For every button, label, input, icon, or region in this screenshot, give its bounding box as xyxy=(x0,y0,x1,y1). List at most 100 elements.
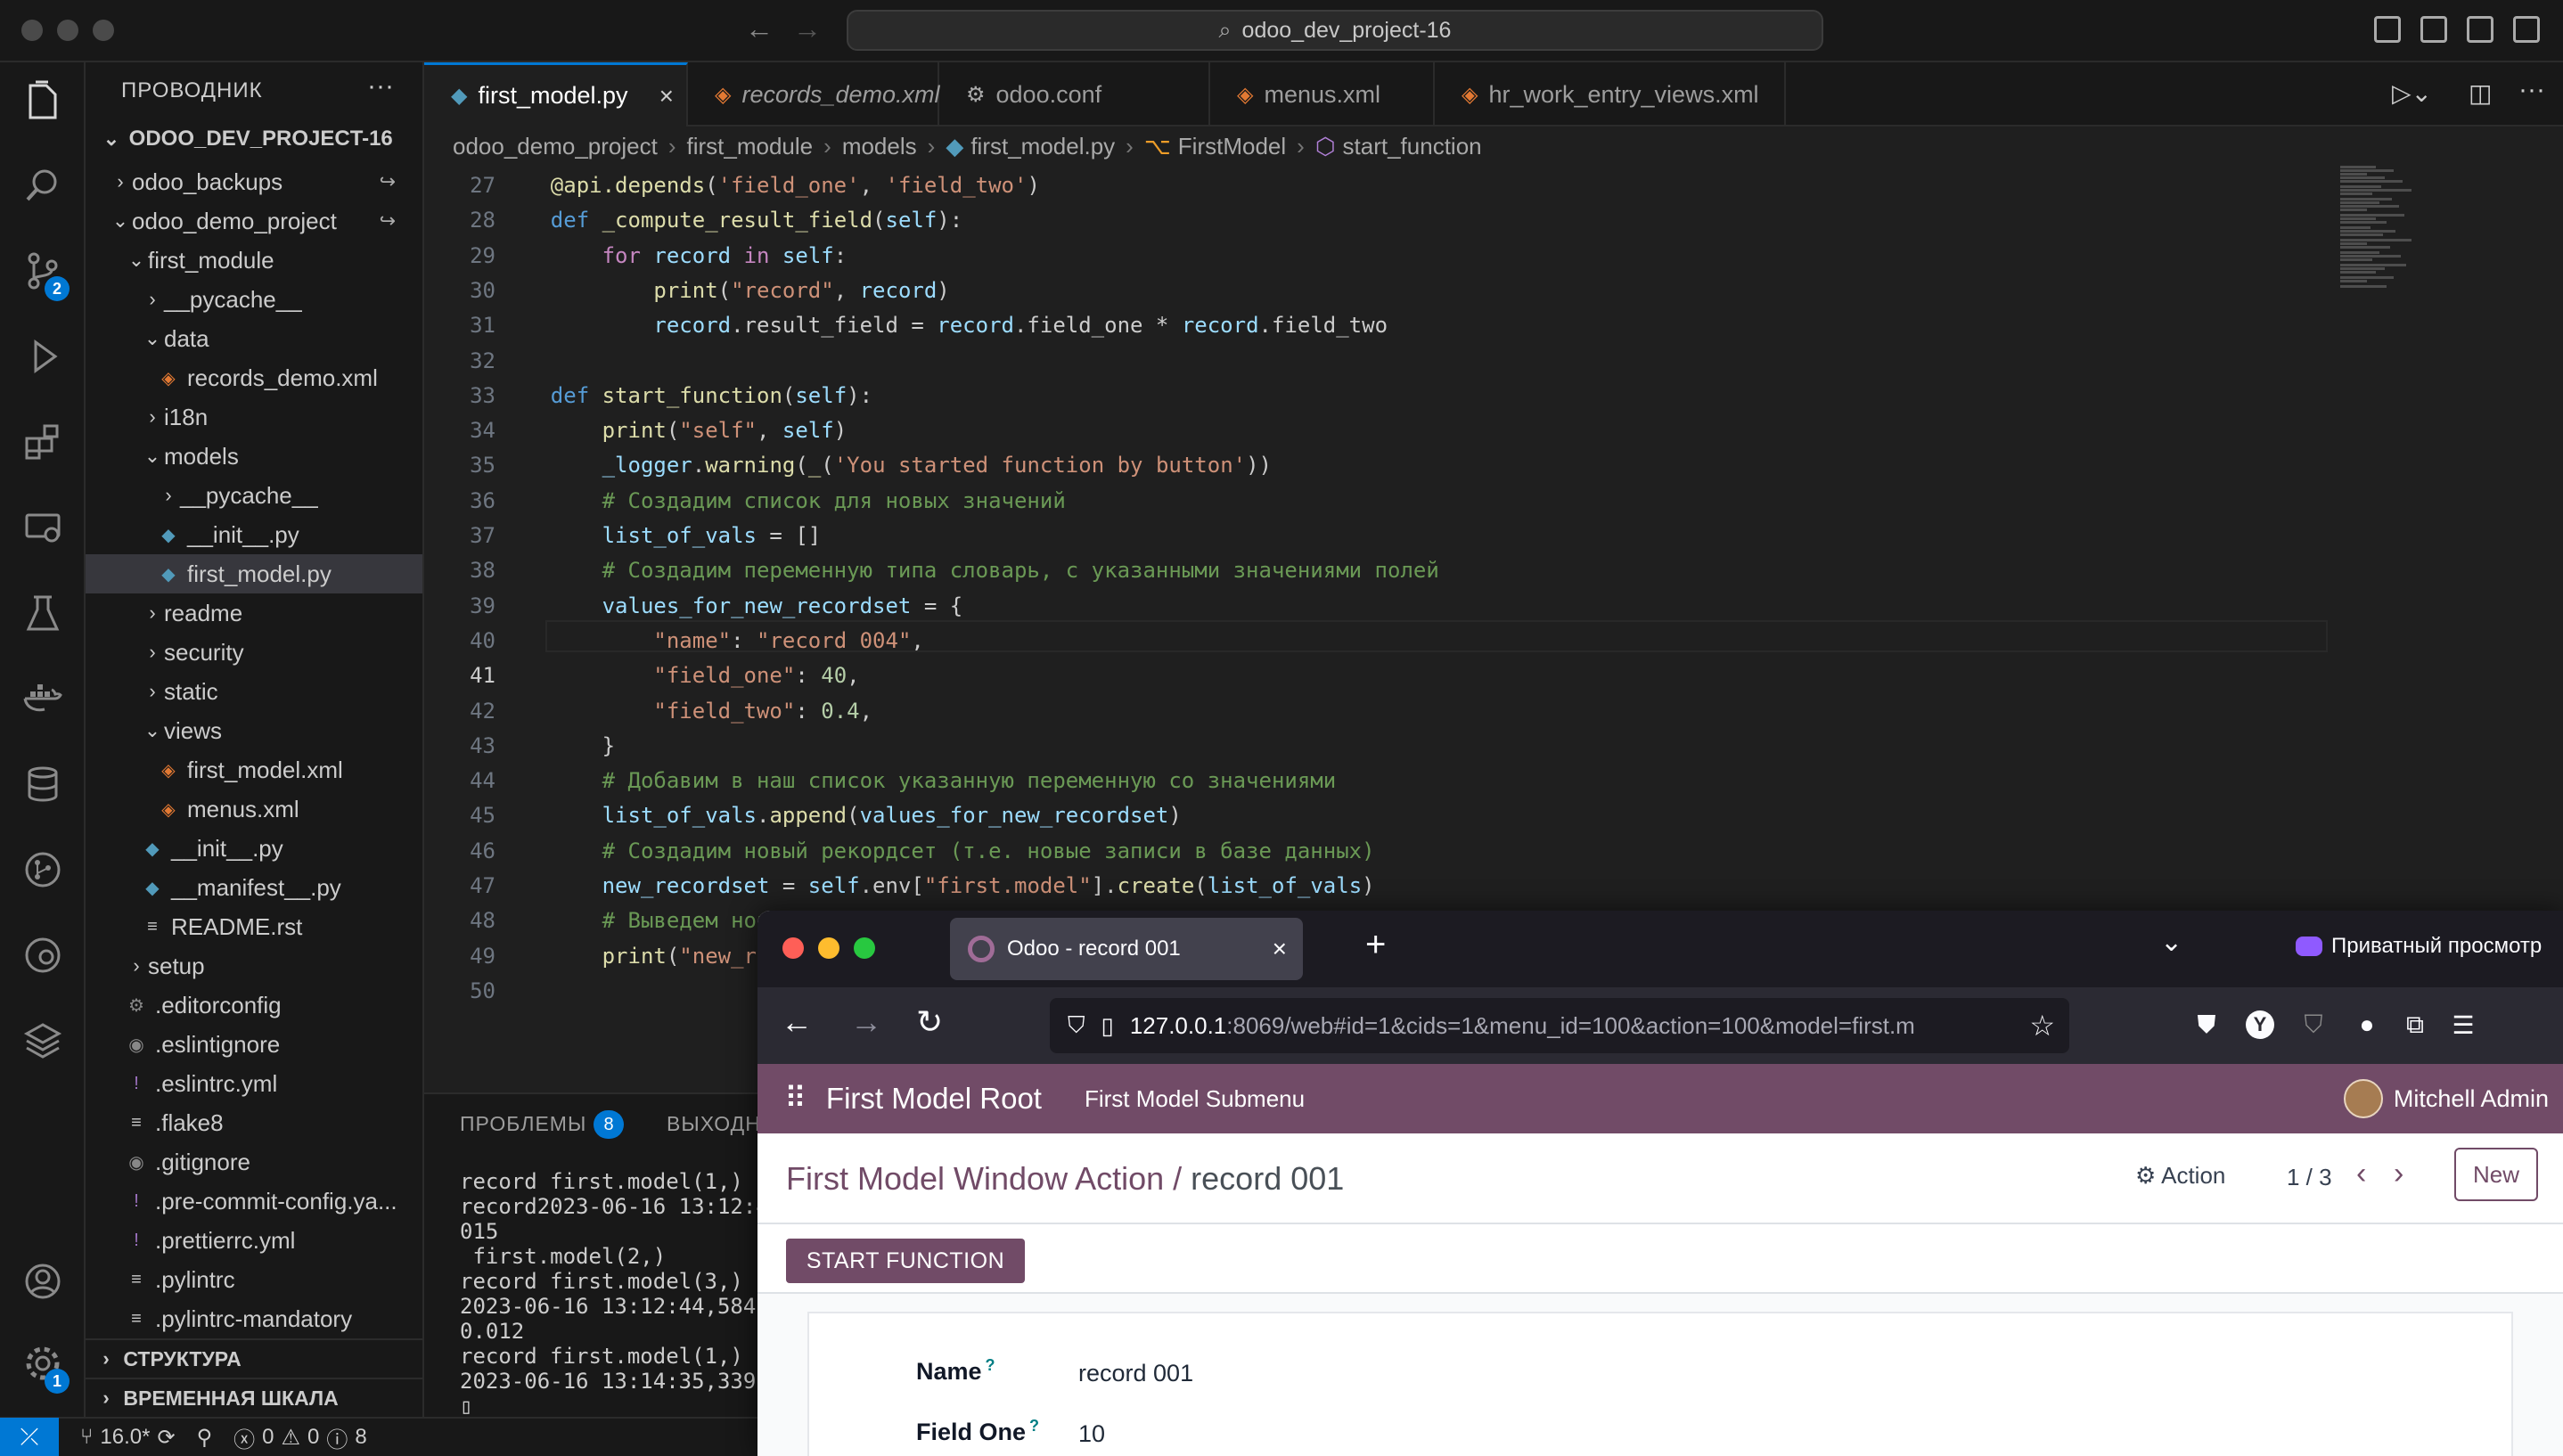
close-window-button[interactable] xyxy=(21,20,43,41)
split-editor-icon[interactable]: ◫ xyxy=(2469,78,2492,108)
breadcrumb-item[interactable]: start_function xyxy=(1343,133,1482,160)
extension-puzzle-alt-icon[interactable]: ● xyxy=(2349,1007,2385,1043)
code-line[interactable]: @api.depends('field_one', 'field_two') xyxy=(499,173,1040,198)
remote-explorer-icon[interactable] xyxy=(21,506,64,549)
tree-item[interactable]: ⚙ .editorconfig xyxy=(86,986,422,1025)
tree-item[interactable]: › security xyxy=(86,633,422,672)
timeline-section[interactable]: › ВРЕМЕННАЯ ШКАЛА xyxy=(86,1378,422,1417)
tree-item[interactable]: ≡ .flake8 xyxy=(86,1103,422,1142)
outline-section[interactable]: › СТРУКТУРА xyxy=(86,1338,422,1378)
tab-first-model-py[interactable]: ◆ first_model.py × xyxy=(424,62,688,127)
toggle-secondary-sidebar-icon[interactable] xyxy=(2467,16,2493,43)
workspace-root[interactable]: ⌄ ODOO_DEV_PROJECT-16 xyxy=(100,127,393,151)
more-actions-icon[interactable]: ··· xyxy=(2518,75,2545,105)
docker-icon[interactable] xyxy=(21,677,64,720)
help-tooltip-icon[interactable]: ? xyxy=(1029,1417,1039,1435)
browser-tab[interactable]: Odoo - record 001 × xyxy=(950,918,1303,980)
tab-output[interactable]: ВЫХОДН xyxy=(667,1112,761,1136)
code-line[interactable]: print("self", self) xyxy=(499,418,848,443)
code-line[interactable]: list_of_vals.append(values_for_new_recor… xyxy=(499,803,1182,828)
code-line[interactable]: def _compute_result_field(self): xyxy=(499,208,962,233)
tree-item[interactable]: ◉ .gitignore xyxy=(86,1142,422,1182)
tree-item[interactable]: ◆ __init__.py xyxy=(86,829,422,868)
action-menu-button[interactable]: ⚙ Action xyxy=(2135,1162,2225,1190)
tree-item[interactable]: ◈ first_model.xml xyxy=(86,750,422,789)
code-line[interactable]: new_recordset = self.env["first.model"].… xyxy=(499,873,1375,898)
minimize-window-button[interactable] xyxy=(57,20,78,41)
browser-maximize-button[interactable] xyxy=(854,937,875,959)
tree-item[interactable]: › readme xyxy=(86,593,422,633)
breadcrumb-item[interactable]: first_model.py xyxy=(970,133,1115,160)
reload-icon[interactable]: ↻ xyxy=(916,1003,943,1041)
toggle-panel-icon[interactable] xyxy=(2420,16,2447,43)
remote-indicator-icon[interactable]: ⤫ xyxy=(0,1418,59,1456)
tree-item[interactable]: ◈ menus.xml xyxy=(86,789,422,829)
database-icon[interactable] xyxy=(21,763,64,806)
apps-grid-icon[interactable]: ⠿ xyxy=(784,1081,807,1117)
layers-icon[interactable] xyxy=(21,1019,64,1062)
tab-odoo-conf[interactable]: ⚙ odoo.conf xyxy=(939,62,1210,127)
forward-arrow-icon[interactable]: → xyxy=(793,12,822,45)
search-icon[interactable] xyxy=(21,164,64,207)
breadcrumb-item[interactable]: models xyxy=(842,133,917,160)
tab-problems[interactable]: ПРОБЛЕМЫ xyxy=(460,1112,586,1136)
customize-layout-icon[interactable] xyxy=(2513,16,2540,43)
accounts-icon[interactable] xyxy=(21,1260,64,1303)
pager-next-icon[interactable]: › xyxy=(2394,1157,2403,1191)
code-line[interactable]: def start_function(self): xyxy=(499,383,872,408)
tree-item[interactable]: ≡ .pylintrc xyxy=(86,1260,422,1299)
tab-menus-xml[interactable]: ◈ menus.xml xyxy=(1210,62,1435,127)
code-line[interactable]: for record in self: xyxy=(499,243,848,268)
code-line[interactable]: # Создадим список для новых значений xyxy=(499,488,1066,513)
tree-item[interactable]: ◉ .eslintignore xyxy=(86,1025,422,1064)
new-record-button[interactable]: New xyxy=(2454,1148,2538,1201)
tree-item[interactable]: ! .pre-commit-config.ya... xyxy=(86,1182,422,1221)
page-info-icon[interactable]: ▯ xyxy=(1101,1012,1114,1040)
forward-arrow-icon[interactable]: → xyxy=(850,1003,882,1041)
git-graph-icon[interactable] xyxy=(21,848,64,891)
testing-icon[interactable] xyxy=(21,592,64,634)
code-line[interactable]: list_of_vals = [] xyxy=(499,523,822,548)
tree-item[interactable]: › odoo_backups ↪ xyxy=(86,162,422,201)
minimap[interactable] xyxy=(2331,166,2483,362)
timeline-history-icon[interactable] xyxy=(21,934,64,977)
browser-minimize-button[interactable] xyxy=(818,937,839,959)
code-line[interactable]: "field_two": 0.4, xyxy=(499,699,872,724)
explorer-icon[interactable] xyxy=(21,80,64,123)
run-icon[interactable]: ▷⌄ xyxy=(2392,78,2432,108)
branch-status[interactable]: ⑂ 16.0* ⟳ xyxy=(80,1425,176,1451)
back-arrow-icon[interactable]: ← xyxy=(781,1003,813,1041)
tree-item[interactable]: ⌄ odoo_demo_project ↪ xyxy=(86,201,422,241)
tree-item[interactable]: › i18n xyxy=(86,397,422,437)
tree-item[interactable]: › static xyxy=(86,672,422,711)
run-debug-icon[interactable] xyxy=(21,335,64,378)
tab-records-demo-xml[interactable]: ◈ records_demo.xml xyxy=(688,62,940,127)
code-line[interactable]: _logger.warning(_('You started function … xyxy=(499,453,1272,478)
extensions-icon[interactable] xyxy=(21,421,64,463)
odoo-app-name[interactable]: First Model Root xyxy=(826,1082,1042,1116)
code-line[interactable]: print("record", record) xyxy=(499,278,949,303)
breadcrumb-item[interactable]: first_module xyxy=(687,133,814,160)
tree-item[interactable]: ◆ __manifest__.py xyxy=(86,868,422,907)
code-line[interactable]: "field_one": 40, xyxy=(499,663,859,688)
code-line[interactable]: } xyxy=(499,733,615,758)
git-graph-status-icon[interactable]: ⚲ xyxy=(197,1425,213,1451)
tree-item[interactable]: › setup xyxy=(86,946,422,986)
close-tab-icon[interactable]: × xyxy=(1273,935,1287,963)
tree-item[interactable]: ◈ records_demo.xml xyxy=(86,358,422,397)
tree-item[interactable]: ⌄ data xyxy=(86,319,422,358)
user-menu[interactable]: Mitchell Admin xyxy=(2343,1079,2549,1118)
odoo-menu-item[interactable]: First Model Submenu xyxy=(1085,1085,1305,1113)
list-tabs-chevron-icon[interactable]: ⌄ xyxy=(2160,927,2182,958)
start-function-button[interactable]: START FUNCTION xyxy=(786,1239,1025,1283)
pocket-icon[interactable]: ⛊ xyxy=(2189,1007,2224,1043)
more-actions-icon[interactable]: ··· xyxy=(367,71,394,102)
close-tab-icon[interactable]: × xyxy=(659,82,674,110)
extensions-icon[interactable]: ⧉ xyxy=(2397,1007,2433,1043)
tree-item[interactable]: ⌄ views xyxy=(86,711,422,750)
yandex-extension-icon[interactable]: Y xyxy=(2242,1007,2278,1043)
back-arrow-icon[interactable]: ← xyxy=(745,12,774,45)
new-tab-icon[interactable]: + xyxy=(1365,925,1386,965)
tree-item[interactable]: › __pycache__ xyxy=(86,476,422,515)
problems-status[interactable]: ⓧ 0 ⚠ 0 ⓘ 8 xyxy=(233,1422,367,1453)
